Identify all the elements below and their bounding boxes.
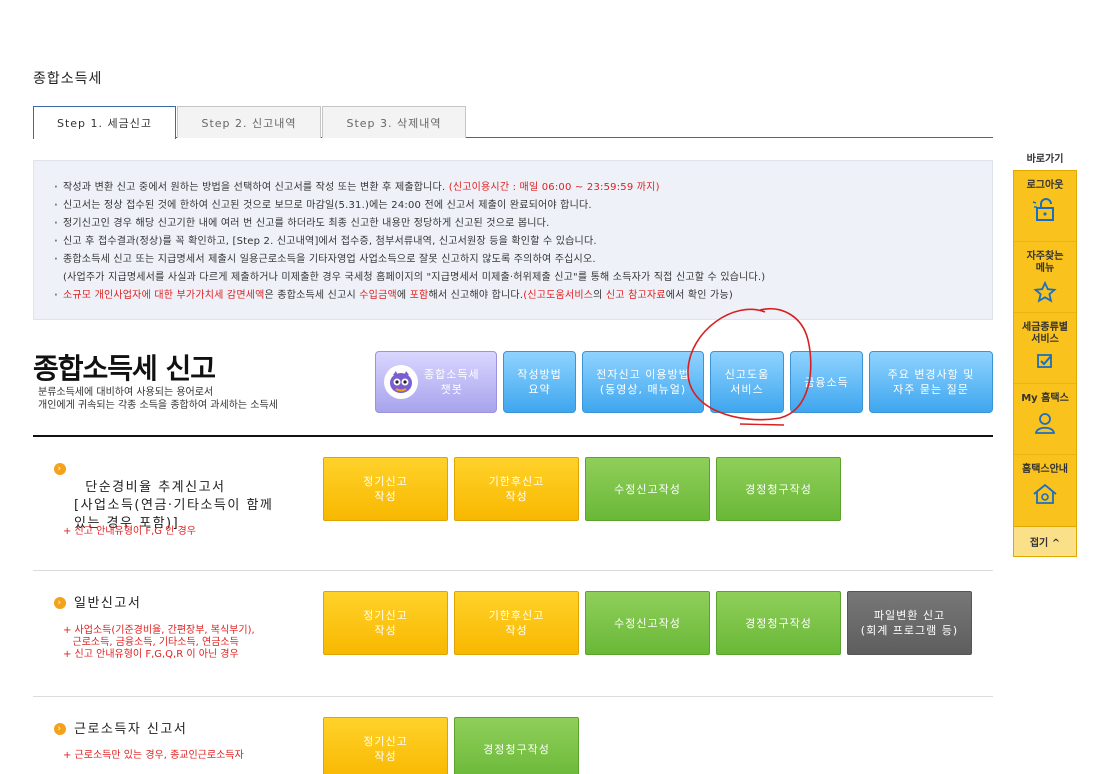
section-note: + 근로소득만 있는 경우, 종교인근로소득자 [63,750,244,761]
correction-claim-button[interactable]: 경정청구작성 [454,717,579,774]
home-icon [1033,483,1057,504]
amended-filing-button[interactable]: 수정신고작성 [585,457,710,521]
section-title-simple-expense: › 단순경비율 추계신고서 [사업소득(연금·기타소득이 함께 있는 경우 포함)… [54,461,273,533]
arrow-bullet-icon: › [54,723,66,735]
page-title: 종합소득세 [33,71,103,87]
correction-claim-button[interactable]: 경정청구작성 [716,591,841,655]
faq-button[interactable]: 주요 변경사항 및 자주 묻는 질문 [869,351,993,413]
correction-claim-button[interactable]: 경정청구작성 [716,457,841,521]
late-filing-button[interactable]: 기한후신고 작성 [454,591,579,655]
regular-filing-button[interactable]: 정기신고 작성 [323,591,448,655]
section-note: + 신고 안내유형이 F,G 인 경우 [63,526,196,537]
chatbot-button[interactable]: 종합소득세 챗봇 [375,351,497,413]
info-box: 작성과 변환 신고 중에서 원하는 방법을 선택하여 신고서를 작성 또는 변환… [33,160,993,320]
info-line-5b: (사업주가 지급명세서를 사실과 다르게 제출하거나 미제출한 경우 국세청 홈… [63,272,766,283]
quick-favorites[interactable]: 자주찾는 메뉴 [1014,242,1076,313]
star-icon [1033,281,1057,303]
quick-menu-panel: 로그아웃 자주찾는 메뉴 세금종류별 서비스 My 홈택스 홈택스안내 [1013,170,1077,527]
quick-hometax-guide[interactable]: 홈택스안내 [1014,455,1076,526]
chatbot-icon [384,365,418,399]
user-icon [1034,413,1056,434]
unlock-icon [1032,198,1054,221]
section-title-earned-income: › 근로소득자 신고서 [54,721,187,739]
section-title-general: › 일반신고서 [54,595,141,613]
heading-divider [33,435,993,437]
info-line-1: 작성과 변환 신고 중에서 원하는 방법을 선택하여 신고서를 작성 또는 변환… [54,179,984,197]
quick-menu: 바로가기 로그아웃 자주찾는 메뉴 세금종류별 서비스 My 홈택스 홈택스안내… [1013,150,1077,557]
quick-my-hometax[interactable]: My 홈택스 [1014,384,1076,455]
step-tabs: Step 1. 세금신고 Step 2. 신고내역 Step 3. 삭제내역 [33,106,993,139]
quick-menu-fold[interactable]: 접기 ^ [1013,527,1077,557]
regular-filing-button[interactable]: 정기신고 작성 [323,457,448,521]
red-circle-annotation [687,308,812,426]
main-heading: 종합소득세 신고 [33,352,216,385]
info-line-6: 소규모 개인사업자에 대한 부가가치세 감면세액은 종합소득세 신고시 수입금액… [54,287,984,305]
info-line-5: 종합소득세 신고 또는 지급명세서 제출시 일용근로소득을 기타자영업 사업소득… [54,251,984,269]
file-conversion-button[interactable]: 파일변환 신고 (회계 프로그램 등) [847,591,972,655]
tab-step2[interactable]: Step 2. 신고내역 [177,106,321,138]
amended-filing-button[interactable]: 수정신고작성 [585,591,710,655]
info-line-2: 신고서는 정상 접수된 것에 한하여 신고된 것으로 보므로 마감일(5.31.… [54,197,984,215]
section-divider [33,570,993,571]
info-line-4: 신고 후 접수결과(정상)를 꼭 확인하고, [Step 2. 신고내역]에서 … [54,233,984,251]
quick-logout[interactable]: 로그아웃 [1014,171,1076,242]
arrow-bullet-icon: › [54,463,66,475]
arrow-bullet-icon: › [54,597,66,609]
late-filing-button[interactable]: 기한후신고 작성 [454,457,579,521]
checkbox-icon [1037,354,1052,368]
main-description: 분류소득세에 대비하여 사용되는 용어로서 개인에게 귀속되는 각종 소득을 종… [38,387,278,411]
reference-link[interactable]: 신고 참고자료 [606,290,666,301]
section-divider [33,696,993,697]
tab-step3[interactable]: Step 3. 삭제내역 [322,106,466,138]
regular-filing-button[interactable]: 정기신고 작성 [323,717,448,774]
info-line-3: 정기신고인 경우 해당 신고기한 내에 여러 번 신고를 하더라도 최종 신고한… [54,215,984,233]
help-service-link[interactable]: (신고도움서비스 [523,290,593,301]
quick-menu-title: 바로가기 [1026,154,1064,165]
section-note: + 사업소득(기준경비율, 간편장부, 복식부기), 근로소득, 금융소득, 기… [63,625,255,660]
tab-step1[interactable]: Step 1. 세금신고 [33,106,176,139]
quick-tax-services[interactable]: 세금종류별 서비스 [1014,313,1076,384]
guide-summary-button[interactable]: 작성방법 요약 [503,351,576,413]
